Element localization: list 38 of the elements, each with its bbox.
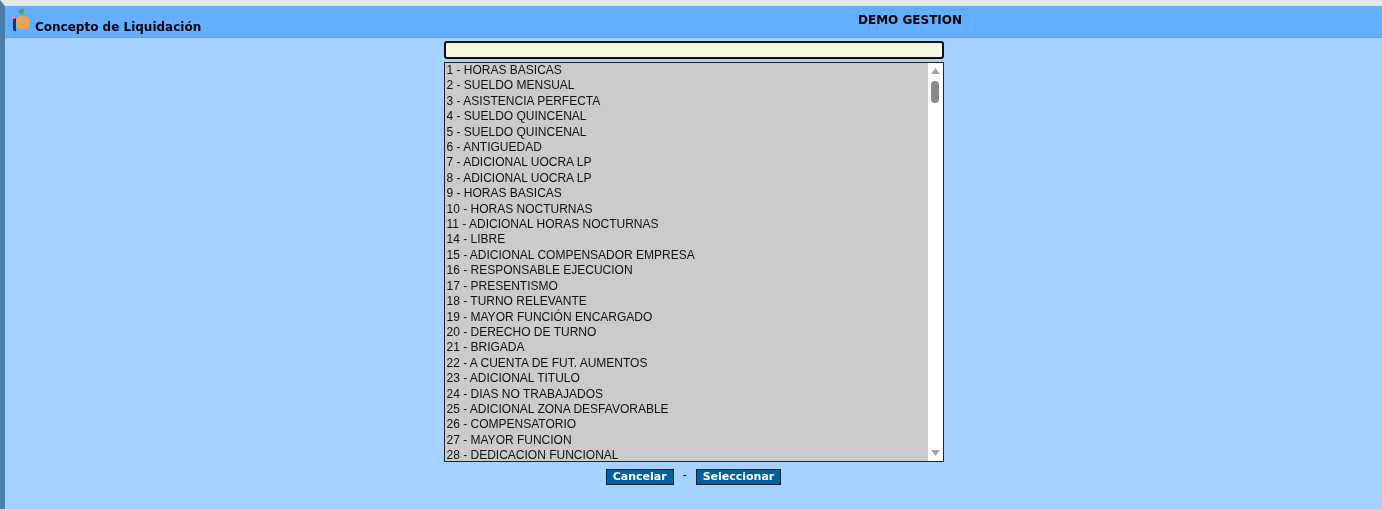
list-item[interactable]: 22 - A CUENTA DE FUT. AUMENTOS [444, 355, 928, 372]
list-item[interactable]: 16 - RESPONSABLE EJECUCION [444, 263, 928, 279]
list-item[interactable]: 21 - BRIGADA [444, 340, 928, 356]
logo-icon [10, 8, 32, 34]
window-title: Concepto de Liquidación [35, 20, 202, 34]
list-item[interactable]: 18 - TURNO RELEVANTE [444, 294, 928, 310]
company-name: DEMO GESTION [858, 13, 963, 27]
list-item[interactable]: 24 - DIAS NO TRABAJADOS [444, 386, 928, 402]
list-item[interactable]: 14 - LIBRE [444, 232, 928, 248]
list-item[interactable]: 23 - ADICIONAL TITULO [444, 371, 928, 387]
list-item[interactable]: 3 - ASISTENCIA PERFECTA [444, 93, 928, 110]
list-item[interactable]: 20 - DERECHO DE TURNO [444, 324, 928, 341]
list-item[interactable]: 9 - HORAS BASICAS [444, 186, 928, 202]
select-button[interactable]: Seleccionar [695, 469, 782, 485]
list-item[interactable]: 6 - ANTIGUEDAD [444, 140, 928, 156]
list-item[interactable]: 5 - SUELDO QUINCENAL [444, 124, 928, 141]
list-item[interactable]: 10 - HORAS NOCTURNAS [444, 201, 928, 218]
scroll-thumb[interactable] [931, 81, 939, 103]
list-item[interactable]: 19 - MAYOR FUNCIÓN ENCARGADO [444, 309, 928, 325]
list-item[interactable]: 15 - ADICIONAL COMPENSADOR EMPRESA [444, 247, 928, 264]
list-item[interactable]: 2 - SUELDO MENSUAL [444, 78, 928, 94]
list-item[interactable]: 27 - MAYOR FUNCION [444, 432, 928, 449]
concept-listbox[interactable] [443, 62, 944, 462]
separator-text: - [682, 468, 687, 482]
list-item[interactable]: 8 - ADICIONAL UOCRA LP [444, 170, 928, 187]
list-item[interactable]: 1 - HORAS BASICAS [444, 63, 928, 79]
list-item[interactable]: 7 - ADICIONAL UOCRA LP [444, 155, 928, 171]
cancel-button[interactable]: Cancelar [605, 469, 674, 485]
list-item[interactable]: 4 - SUELDO QUINCENAL [444, 109, 928, 125]
list-item[interactable]: 25 - ADICIONAL ZONA DESFAVORABLE [444, 401, 928, 418]
list-item[interactable]: 28 - DEDICACION FUNCIONAL [444, 448, 928, 464]
scroll-up-icon[interactable] [930, 68, 940, 74]
scrollbar[interactable] [927, 63, 943, 461]
list-item[interactable]: 11 - ADICIONAL HORAS NOCTURNAS [444, 217, 928, 233]
list-item[interactable]: 17 - PRESENTISMO [444, 278, 928, 295]
search-field[interactable] [443, 41, 944, 59]
scroll-down-icon[interactable] [930, 450, 940, 456]
list-item[interactable]: 26 - COMPENSATORIO [444, 417, 928, 433]
